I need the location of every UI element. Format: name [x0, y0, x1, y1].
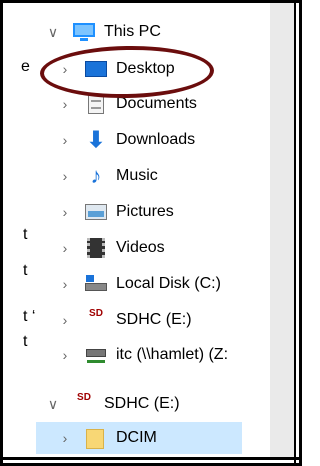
expand-chevron-icon[interactable]: ∨ [46, 24, 60, 41]
tree-item-music[interactable]: › ♪ Music [58, 161, 158, 191]
background-text-fragment: e [21, 58, 30, 75]
sd-card-icon: SD [89, 308, 103, 319]
film-strip-icon [84, 237, 108, 259]
collapse-chevron-icon[interactable]: › [58, 240, 72, 256]
tree-item-pictures[interactable]: › Pictures [58, 197, 174, 227]
downloads-icon: ⬇ [86, 127, 106, 152]
vertical-scrollbar[interactable] [270, 3, 294, 457]
tree-item-label: itc (\\hamlet) (Z: [116, 346, 229, 363]
collapse-chevron-icon[interactable]: › [58, 312, 72, 328]
network-drive-icon [84, 344, 108, 366]
tree-item-dcim[interactable]: › DCIM [36, 422, 242, 454]
collapse-chevron-icon[interactable]: › [58, 132, 72, 148]
collapse-chevron-icon[interactable]: › [58, 430, 72, 446]
collapse-chevron-icon[interactable]: › [58, 347, 72, 363]
tree-item-sdhc[interactable]: › SD SDHC (E:) [58, 305, 192, 335]
tree-item-videos[interactable]: › Videos [58, 233, 165, 263]
music-note-icon: ♪ [90, 163, 102, 188]
folder-icon [84, 427, 108, 449]
tree-item-label: Downloads [116, 131, 196, 148]
expand-chevron-icon[interactable]: ∨ [46, 396, 60, 413]
background-text-fragment: t [23, 226, 28, 243]
sd-card-icon: SD [77, 392, 91, 403]
tree-item-sdhc-root[interactable]: ∨ SD SDHC (E:) [46, 389, 180, 419]
pictures-icon [84, 201, 108, 223]
tree-item-label: Videos [116, 239, 165, 256]
tree-item-downloads[interactable]: › ⬇ Downloads [58, 125, 196, 155]
tree-item-label: DCIM [116, 429, 157, 446]
tree-item-label: SDHC (E:) [116, 311, 192, 328]
tree-item-label: Music [116, 167, 158, 184]
computer-icon [72, 21, 96, 43]
hard-drive-icon [84, 273, 108, 295]
collapse-chevron-icon[interactable]: › [58, 168, 72, 184]
collapse-chevron-icon[interactable]: › [58, 204, 72, 220]
frame-right-edge [294, 0, 296, 466]
tree-item-this-pc[interactable]: ∨ This PC [46, 17, 161, 47]
frame-bottom-edge [0, 457, 302, 460]
background-text-fragment: t ‘ [23, 308, 36, 325]
background-text-fragment: t [23, 333, 28, 350]
tree-item-label: This PC [104, 23, 161, 40]
tree-item-label: Pictures [116, 203, 174, 220]
collapse-chevron-icon[interactable]: › [58, 276, 72, 292]
tree-item-label: SDHC (E:) [104, 395, 180, 412]
tree-item-label: Local Disk (C:) [116, 275, 221, 292]
background-text-fragment: t [23, 262, 28, 279]
tree-item-network-drive[interactable]: › itc (\\hamlet) (Z: [58, 340, 254, 370]
collapse-chevron-icon[interactable]: › [58, 96, 72, 112]
tree-item-local-disk[interactable]: › Local Disk (C:) [58, 269, 221, 299]
